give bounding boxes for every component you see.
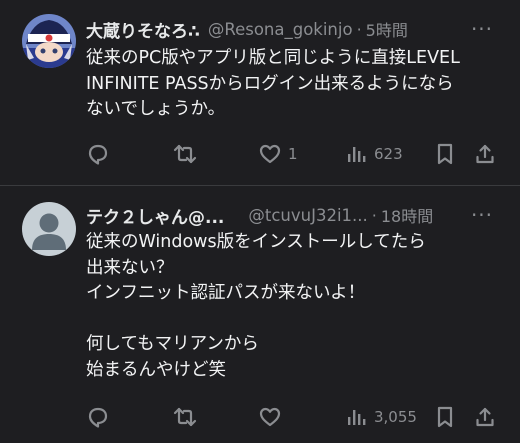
share-icon — [474, 142, 496, 166]
share-button[interactable] — [474, 142, 496, 166]
tweet-card[interactable]: テク２しゃん@... @tcuvuJ32i1... · 18時間 ··· 従来の… — [0, 186, 520, 443]
retweet-button[interactable] — [172, 405, 204, 429]
tweet-actions: 3,055 — [86, 402, 506, 432]
views-button[interactable]: 623 — [346, 142, 403, 166]
tweet-card[interactable]: 大蔵りそなろ∴ @Resona_gokinjo · 5時間 ··· 従来のPC版… — [0, 0, 520, 185]
tweet-time[interactable]: 5時間 — [366, 17, 408, 41]
avatar[interactable] — [22, 202, 76, 256]
more-icon[interactable]: ··· — [468, 202, 496, 228]
bookmark-icon — [434, 405, 456, 429]
author-handle[interactable]: @Resona_gokinjo — [208, 20, 353, 39]
author-handle[interactable]: @tcuvuJ32i1... — [248, 206, 367, 225]
like-button[interactable]: 1 — [258, 142, 298, 166]
tweet-time[interactable]: 18時間 — [381, 203, 433, 227]
reply-icon — [86, 142, 110, 166]
views-icon — [346, 142, 368, 166]
default-avatar-icon — [22, 202, 76, 256]
share-button[interactable] — [474, 405, 496, 429]
bookmark-button[interactable] — [434, 142, 456, 166]
like-button[interactable] — [258, 405, 288, 429]
more-icon[interactable]: ··· — [468, 16, 496, 42]
author-name[interactable]: 大蔵りそなろ∴ — [86, 17, 200, 42]
bookmark-icon — [434, 142, 456, 166]
tweet-actions: 1 623 — [86, 139, 506, 169]
separator-dot: · — [371, 205, 377, 225]
tweet-header: テク２しゃん@... @tcuvuJ32i1... · 18時間 ··· — [86, 202, 506, 228]
retweet-icon — [172, 142, 198, 166]
tweet-header: 大蔵りそなろ∴ @Resona_gokinjo · 5時間 ··· — [86, 16, 506, 42]
reply-icon — [86, 405, 110, 429]
view-count: 623 — [374, 145, 403, 163]
tweet-text: 従来のPC版やアプリ版と同じように直接LEVEL INFINITE PASSから… — [86, 48, 460, 119]
retweet-icon — [172, 405, 198, 429]
share-icon — [474, 405, 496, 429]
bookmark-button[interactable] — [434, 405, 456, 429]
reply-button[interactable] — [86, 142, 116, 166]
like-count: 1 — [288, 145, 298, 163]
retweet-button[interactable] — [172, 142, 204, 166]
tweet-text: 従来のWindows版をインストールしてたら 出来ない？ インフニット認証パスが… — [86, 232, 426, 380]
avatar-image — [22, 14, 76, 68]
views-button[interactable]: 3,055 — [346, 405, 417, 429]
heart-icon — [258, 405, 282, 429]
avatar[interactable] — [22, 14, 76, 68]
separator-dot: · — [356, 19, 362, 39]
heart-icon — [258, 142, 282, 166]
views-icon — [346, 405, 368, 429]
view-count: 3,055 — [374, 408, 417, 426]
reply-button[interactable] — [86, 405, 116, 429]
author-name[interactable]: テク２しゃん@... — [86, 203, 224, 228]
